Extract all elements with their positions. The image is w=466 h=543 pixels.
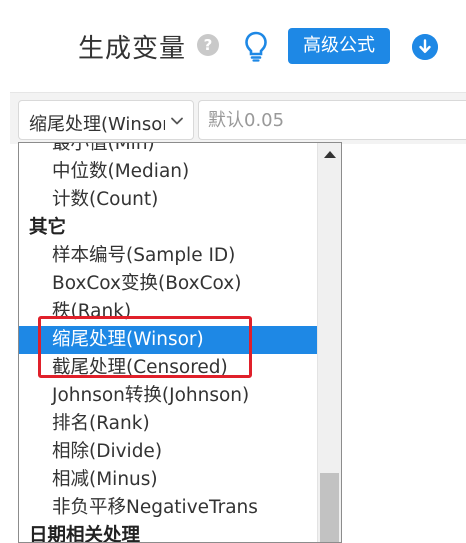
parameter-input[interactable]	[198, 100, 466, 140]
option-sample-id[interactable]: 样本编号(Sample ID)	[19, 242, 317, 270]
group-header-other: 其它	[29, 217, 67, 238]
list-item[interactable]: 最小值(Min)	[19, 143, 317, 158]
download-circle-icon[interactable]	[412, 34, 438, 60]
option-minus[interactable]: 相减(Minus)	[19, 466, 317, 494]
lightbulb-icon[interactable]	[243, 30, 269, 62]
option-divide[interactable]: 相除(Divide)	[19, 438, 317, 466]
method-select[interactable]: 缩尾处理(Winsor)	[18, 100, 194, 140]
option-rank[interactable]: 排名(Rank)	[19, 410, 317, 438]
method-select-value: 缩尾处理(Winsor)	[29, 114, 165, 135]
chevron-down-icon	[171, 117, 183, 125]
option-censored[interactable]: 截尾处理(Censored)	[19, 354, 317, 382]
option-rank-order[interactable]: 秩(Rank)	[19, 298, 317, 326]
scroll-thumb[interactable]	[320, 473, 339, 542]
group-header-date: 日期相关处理	[29, 525, 141, 543]
dropdown-options: 最小值(Min) 中位数(Median) 计数(Count) 其它 样本编号(S…	[19, 143, 317, 543]
option-count[interactable]: 计数(Count)	[19, 186, 317, 214]
variable-toolbar: 缩尾处理(Winsor)	[10, 92, 466, 144]
page-title: 生成变量	[78, 34, 187, 64]
scroll-up-arrow-icon[interactable]	[324, 151, 336, 158]
dropdown-scrollbar[interactable]	[317, 143, 341, 542]
header: 生成变量 ? 高级公式	[0, 0, 466, 92]
option-median[interactable]: 中位数(Median)	[19, 158, 317, 186]
advanced-formula-button[interactable]: 高级公式	[288, 28, 390, 64]
option-winsor[interactable]: 缩尾处理(Winsor)	[19, 326, 317, 354]
option-boxcox[interactable]: BoxCox变换(BoxCox)	[19, 270, 317, 298]
method-dropdown-list[interactable]: 最小值(Min) 中位数(Median) 计数(Count) 其它 样本编号(S…	[18, 142, 342, 543]
help-icon[interactable]: ?	[197, 34, 219, 56]
option-johnson[interactable]: Johnson转换(Johnson)	[19, 382, 317, 410]
option-negative-trans[interactable]: 非负平移NegativeTrans	[19, 494, 317, 522]
